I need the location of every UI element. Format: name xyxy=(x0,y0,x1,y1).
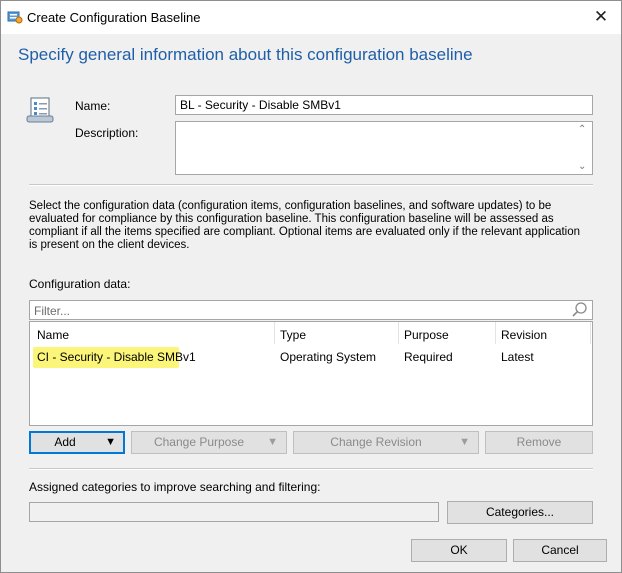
scroll-down-arrow-icon[interactable]: ⌄ xyxy=(578,161,586,172)
configuration-data-label: Configuration data: xyxy=(29,277,131,291)
filter-placeholder: Filter... xyxy=(34,304,71,318)
description-scrollbar[interactable]: ⌃ ⌄ xyxy=(575,122,592,174)
add-button[interactable]: Add ▼ xyxy=(29,431,125,454)
column-header-purpose[interactable]: Purpose xyxy=(404,328,449,342)
change-revision-button[interactable]: Change Revision ▼ xyxy=(293,431,479,454)
column-header-type[interactable]: Type xyxy=(280,328,306,342)
scroll-up-arrow-icon[interactable]: ⌃ xyxy=(578,124,586,135)
description-field[interactable]: ⌃ ⌄ xyxy=(175,121,593,175)
column-divider xyxy=(590,322,591,344)
close-button[interactable]: ✕ xyxy=(591,7,611,27)
configuration-baseline-icon xyxy=(26,97,54,123)
column-header-name[interactable]: Name xyxy=(37,328,69,342)
configuration-data-table[interactable]: Name Type Purpose Revision CI - Security… xyxy=(29,321,593,426)
categories-field xyxy=(29,502,439,522)
create-configuration-baseline-dialog: Create Configuration Baseline ✕ Specify … xyxy=(0,0,622,573)
divider xyxy=(29,468,593,470)
change-purpose-label: Change Purpose xyxy=(153,435,245,449)
title-bar: Create Configuration Baseline ✕ xyxy=(1,1,621,34)
baseline-app-icon xyxy=(7,11,23,24)
remove-button[interactable]: Remove xyxy=(485,431,593,454)
window-title: Create Configuration Baseline xyxy=(27,10,201,25)
add-label: Add xyxy=(54,435,76,449)
divider xyxy=(29,184,593,186)
description-label: Description: xyxy=(75,126,139,140)
triangle-down-icon: ▼ xyxy=(267,436,278,448)
info-text: Select the configuration data (configura… xyxy=(29,200,581,251)
row-revision: Latest xyxy=(501,350,534,364)
cancel-button[interactable]: Cancel xyxy=(513,539,607,562)
categories-button[interactable]: Categories... xyxy=(447,501,593,524)
row-purpose: Required xyxy=(404,350,453,364)
ok-button[interactable]: OK xyxy=(411,539,507,562)
row-type: Operating System xyxy=(280,350,377,364)
assigned-categories-label: Assigned categories to improve searching… xyxy=(29,480,321,494)
triangle-down-icon: ▼ xyxy=(105,436,116,448)
change-revision-label: Change Revision xyxy=(330,435,422,449)
close-icon: ✕ xyxy=(593,7,609,26)
column-divider xyxy=(398,322,399,344)
search-icon[interactable] xyxy=(571,301,589,319)
name-field[interactable]: BL - Security - Disable SMBv1 xyxy=(175,95,593,115)
filter-input[interactable]: Filter... xyxy=(29,300,593,320)
name-value: BL - Security - Disable SMBv1 xyxy=(180,98,341,112)
page-heading: Specify general information about this c… xyxy=(18,45,473,64)
change-purpose-button[interactable]: Change Purpose ▼ xyxy=(131,431,287,454)
column-header-revision[interactable]: Revision xyxy=(501,328,547,342)
row-name: CI - Security - Disable SMBv1 xyxy=(37,350,196,364)
table-header: Name Type Purpose Revision xyxy=(30,322,592,344)
table-row[interactable]: CI - Security - Disable SMBv1 Operating … xyxy=(30,347,592,368)
column-divider xyxy=(495,322,496,344)
triangle-down-icon: ▼ xyxy=(459,436,470,448)
column-divider xyxy=(274,322,275,344)
name-label: Name: xyxy=(75,99,111,113)
